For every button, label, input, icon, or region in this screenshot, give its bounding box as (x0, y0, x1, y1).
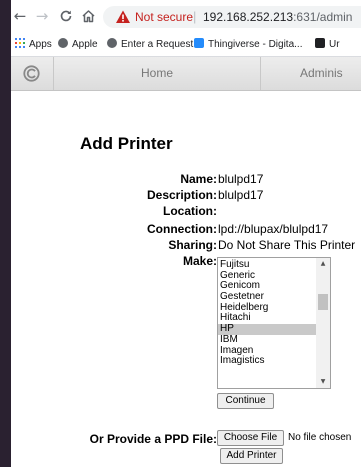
choose-file-button[interactable]: Choose File (217, 430, 284, 446)
listbox-scrollbar[interactable]: ▲ ▼ (316, 258, 330, 388)
url-path: :631/admin (293, 10, 353, 24)
browser-window: ← → Not secure | 192.168.252.213:631/adm… (11, 0, 361, 467)
continue-button[interactable]: Continue (217, 393, 274, 409)
address-separator: | (193, 9, 197, 24)
make-listbox[interactable]: Fujitsu Generic Genicom Gestetner Heidel… (217, 257, 331, 389)
bookmark-label: Apple (72, 39, 98, 50)
connection-value: lpd://blupax/blulpd17 (218, 222, 329, 236)
reload-arrow-icon (60, 10, 72, 22)
request-icon (107, 38, 117, 48)
connection-label: Connection: (147, 222, 217, 236)
apps-grid-icon (15, 38, 25, 48)
tab-home[interactable]: Home (54, 57, 260, 90)
url-host: 192.168.252.213 (203, 10, 294, 24)
bookmark-label: Apps (29, 39, 52, 50)
bookmark-label: Thingiverse - Digita... (208, 39, 303, 50)
name-label: Name: (180, 172, 217, 186)
scroll-down-icon[interactable]: ▼ (316, 376, 330, 388)
make-option[interactable]: Imagistics (218, 355, 316, 367)
back-arrow-icon[interactable]: ← (11, 6, 29, 26)
bookmark-enter-request[interactable]: Enter a Request (107, 38, 193, 52)
apple-logo-icon (58, 38, 68, 48)
security-status[interactable]: Not secure (135, 10, 193, 24)
scrollbar-thumb[interactable] (318, 294, 328, 310)
sharing-value: Do Not Share This Printer (218, 238, 356, 252)
no-file-chosen-text: No file chosen (288, 432, 352, 443)
bookmark-thingiverse[interactable]: Thingiverse - Digita... (194, 38, 302, 52)
location-label: Location: (163, 204, 217, 218)
forward-arrow-icon[interactable]: → (33, 6, 51, 26)
home-icon[interactable] (79, 6, 97, 26)
bookmark-icon (315, 38, 325, 48)
cups-nav-bar: Home Adminis (11, 57, 361, 91)
thingiverse-icon (194, 38, 204, 48)
ppd-file-label: Or Provide a PPD File: (89, 432, 217, 446)
page-title: Add Printer (80, 134, 173, 153)
bookmark-apps[interactable]: Apps (15, 38, 52, 52)
make-option[interactable]: IBM (218, 334, 316, 346)
sharing-label: Sharing: (168, 238, 217, 252)
make-options: Fujitsu Generic Genicom Gestetner Heidel… (218, 258, 330, 367)
reload-icon[interactable] (57, 6, 75, 26)
bookmark-apple[interactable]: Apple (58, 38, 98, 52)
tab-administration[interactable]: Adminis (261, 57, 361, 90)
house-icon (81, 10, 95, 23)
bookmark-label: Ur (329, 39, 340, 50)
warning-triangle-icon (116, 10, 130, 23)
scroll-up-icon[interactable]: ▲ (316, 258, 330, 270)
make-label: Make: (182, 254, 217, 268)
bookmark-label: Enter a Request (121, 39, 194, 50)
bookmark-other[interactable]: Ur (315, 38, 340, 52)
description-value: blulpd17 (218, 188, 264, 202)
add-printer-button[interactable]: Add Printer (220, 448, 283, 464)
browser-toolbar: ← → Not secure | 192.168.252.213:631/adm… (11, 0, 361, 34)
url-text[interactable]: 192.168.252.213:631/admin (203, 10, 352, 24)
name-value: blulpd17 (218, 172, 264, 186)
cups-logo-icon[interactable] (23, 65, 40, 82)
description-label: Description: (146, 188, 217, 202)
bookmarks-bar: Apps Apple Enter a Request Thingiverse -… (11, 34, 361, 57)
